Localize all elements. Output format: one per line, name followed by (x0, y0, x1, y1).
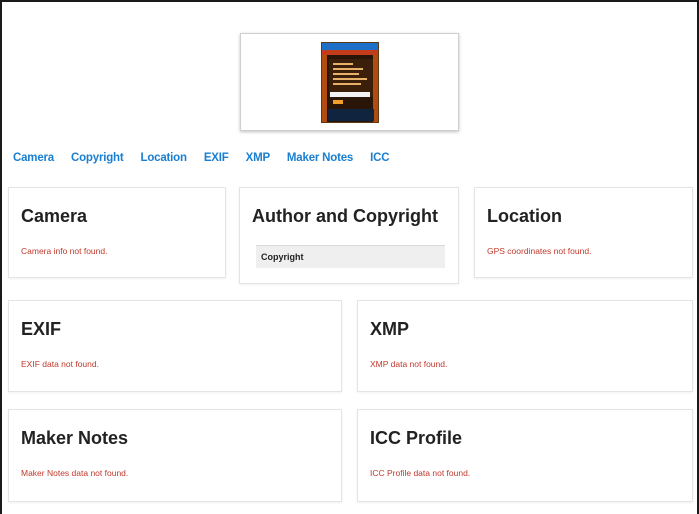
copyright-card: Author and Copyright Copyright (239, 187, 459, 284)
location-card: Location GPS coordinates not found. (474, 187, 693, 278)
camera-card: Camera Camera info not found. (8, 187, 226, 278)
xmp-title: XMP (370, 319, 410, 339)
nav-link-maker-notes[interactable]: Maker Notes (287, 152, 353, 164)
image-thumbnail[interactable] (240, 33, 459, 131)
exif-message: EXIF data not found. (21, 359, 99, 369)
location-message: GPS coordinates not found. (487, 246, 592, 256)
maker-notes-message: Maker Notes data not found. (21, 468, 129, 478)
xmp-message: XMP data not found. (370, 359, 448, 369)
location-title: Location (487, 206, 562, 226)
icc-profile-title: ICC Profile (370, 428, 463, 448)
camera-message: Camera info not found. (21, 246, 108, 256)
section-nav: Camera Copyright Location EXIF XMP Maker… (13, 152, 390, 164)
icc-profile-message: ICC Profile data not found. (370, 468, 471, 478)
maker-notes-card: Maker Notes Maker Notes data not found. (8, 409, 342, 502)
nav-link-location[interactable]: Location (141, 152, 188, 164)
camera-title: Camera (21, 206, 88, 226)
icc-profile-card: ICC Profile ICC Profile data not found. (357, 409, 693, 502)
nav-link-xmp[interactable]: XMP (246, 152, 271, 164)
exif-card: EXIF EXIF data not found. (8, 300, 342, 392)
exif-title: EXIF (21, 319, 62, 339)
nav-link-camera[interactable]: Camera (13, 152, 54, 164)
nav-link-copyright[interactable]: Copyright (71, 152, 124, 164)
copyright-row: Copyright (256, 245, 445, 268)
copyright-title: Author and Copyright (252, 206, 438, 226)
maker-notes-title: Maker Notes (21, 428, 129, 448)
thumbnail-image (321, 42, 379, 123)
xmp-card: XMP XMP data not found. (357, 300, 693, 392)
nav-link-icc[interactable]: ICC (370, 152, 389, 164)
nav-link-exif[interactable]: EXIF (204, 152, 229, 164)
